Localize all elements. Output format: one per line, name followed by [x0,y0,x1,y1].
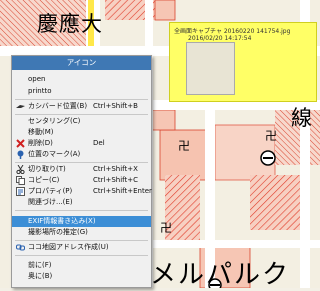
menu-item-label: プロパティ(P) [28,187,73,195]
menu-item-label: EXIF情報書き込み(X) [28,217,96,225]
menu-separator [15,240,148,241]
menu-title: アイコン [12,56,151,70]
menu-item-label: コピー(C) [28,176,60,184]
pin-icon [16,150,25,159]
menu-item-label: 奥に(B) [28,272,53,280]
menu-separator [15,99,148,100]
map-label-b: 線 [291,106,312,130]
menu-item-open[interactable]: open [12,74,151,85]
photo-thumbnail[interactable] [186,42,235,95]
menu-item-shortcut: Del [93,139,105,147]
menu-item-label: センタリング(C) [28,117,81,125]
note-title: 全画面キャプチャ 20160220 141754.jpg [174,28,291,35]
menu-item-label: 位置のマーク(A) [28,150,81,158]
properties-icon [16,187,25,196]
menu-item-cut[interactable]: 切り取り(T) Ctrl+Shift+X [12,164,151,175]
menu-item-coco-address[interactable]: ココ地図アドレス作成(U) [12,242,151,253]
menu-item-properties[interactable]: プロパティ(P) Ctrl+Shift+Enter [12,186,152,197]
cut-icon [16,164,25,175]
menu-item-delete[interactable]: 削除(D) Del [12,138,151,149]
menu-item-move[interactable]: 移動(M) [12,127,151,138]
svg-text:卍: 卍 [178,139,190,153]
menu-item-label: 関連づけ...(E) [28,198,73,206]
menu-separator [15,162,148,163]
map-label-keio: 慶應大 [37,12,103,36]
svg-text:卍: 卍 [265,129,277,143]
menu-item-exif-write[interactable]: EXIF情報書き込み(X) [12,216,151,227]
menu-item-label: ココ地図アドレス作成(U) [28,243,109,251]
context-menu: アイコン open printto カシバード位置(B) Ctrl+Shift+… [11,55,152,288]
menu-item-send-back[interactable]: 奥に(B) [12,271,151,282]
menu-item-label: カシバード位置(B) [28,102,88,110]
menu-item-associate[interactable]: 関連づけ...(E) [12,197,151,208]
menu-item-bird-position[interactable]: カシバード位置(B) Ctrl+Shift+B [12,101,151,112]
delete-x-icon [16,139,25,148]
menu-item-label: printto [28,87,52,95]
menu-item-copy[interactable]: コピー(C) Ctrl+Shift+C [12,175,151,186]
menu-item-centering[interactable]: センタリング(C) [12,116,151,127]
menu-item-mark-position[interactable]: 位置のマーク(A) [12,149,151,160]
menu-item-estimate-location[interactable]: 撮影場所の推定(G) [12,227,151,238]
menu-item-shortcut: Ctrl+Shift+Enter [93,187,152,195]
menu-separator [15,210,148,211]
menu-item-shortcut: Ctrl+Shift+B [93,102,138,110]
menu-item-label: 前に(F) [28,261,52,269]
link-icon [16,243,25,252]
menu-item-shortcut: Ctrl+Shift+C [93,176,138,184]
menu-item-label: 撮影場所の推定(G) [28,228,88,236]
svg-text:卍: 卍 [160,221,172,235]
menu-separator [15,114,148,115]
menu-item-label: open [28,75,46,83]
menu-item-bring-forward[interactable]: 前に(F) [12,260,151,271]
map-label-bottom: メルパルク [150,260,291,290]
copy-icon [16,176,25,185]
menu-item-label: 削除(D) [28,139,53,147]
photo-sticky-note[interactable]: 全画面キャプチャ 20160220 141754.jpg 2016/02/20 … [169,22,317,102]
menu-item-printto[interactable]: printto [12,86,151,97]
menu-item-label: 移動(M) [28,128,54,136]
menu-item-shortcut: Ctrl+Shift+X [93,165,138,173]
note-date: 2016/02/20 14:17:54 [188,35,252,42]
menu-separator [15,255,148,256]
menu-item-label: 切り取り(T) [28,165,66,173]
bird-icon [16,102,25,111]
